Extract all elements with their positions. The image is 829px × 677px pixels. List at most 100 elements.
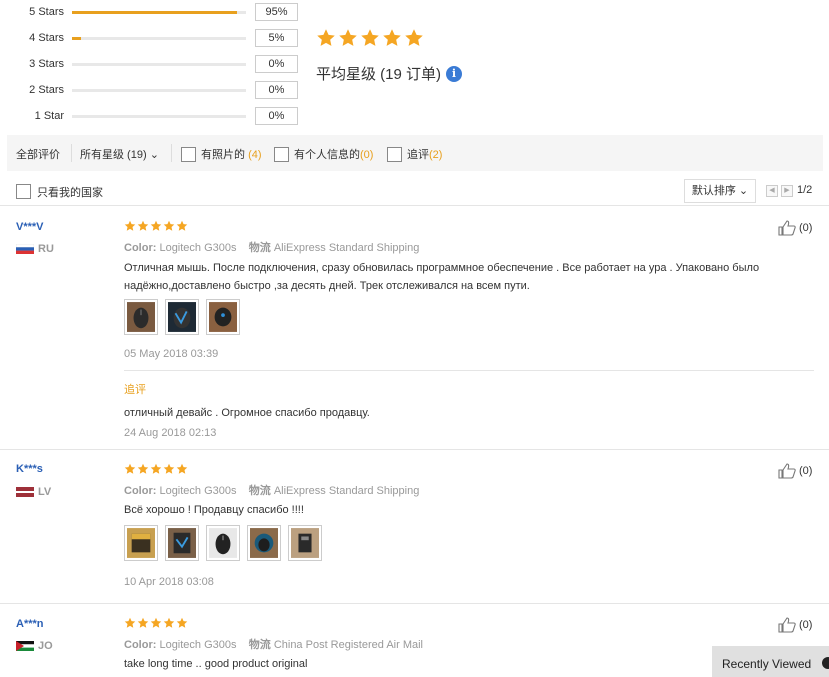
star-icon: [150, 617, 162, 628]
review-photo[interactable]: [124, 299, 158, 335]
review-date: 10 Apr 2018 03:08: [124, 576, 214, 588]
followup-label: 追评: [124, 384, 146, 396]
thumbs-up-icon: [778, 463, 796, 479]
helpful-button[interactable]: (0): [778, 617, 812, 633]
info-icon[interactable]: i: [446, 65, 463, 82]
my-country-checkbox[interactable]: [16, 184, 31, 199]
star-icon: [124, 463, 136, 474]
filter-followup-label: 追评: [407, 149, 429, 161]
review-item: V***V RU Color: Logitech G300s 物流 AliExp…: [0, 207, 829, 450]
filter-all-stars-label: 所有星级 (19): [80, 149, 147, 161]
filter-personal-label: 有个人信息的: [294, 149, 360, 161]
next-page-icon[interactable]: ▶: [781, 185, 793, 197]
star-icon: [361, 29, 379, 46]
review-photo[interactable]: [165, 525, 199, 561]
country-code: JO: [38, 640, 53, 652]
star-icon: [137, 617, 149, 628]
review-photo[interactable]: [288, 525, 322, 561]
mouse-photo-icon: [250, 528, 278, 558]
expand-icon[interactable]: [822, 657, 829, 669]
histogram-row-1[interactable]: 1 Star 0%: [0, 106, 310, 126]
filter-photos-count: (4): [248, 149, 262, 161]
helpful-button[interactable]: (0): [778, 220, 812, 236]
histogram-label: 1 Star: [34, 110, 64, 122]
helpful-count: (0): [799, 465, 813, 477]
reviewer-name[interactable]: V***V: [16, 221, 44, 233]
personal-info-checkbox[interactable]: [274, 147, 289, 162]
my-country-label[interactable]: 只看我的国家: [37, 184, 103, 200]
star-icon: [150, 463, 162, 474]
histogram-row-3[interactable]: 3 Stars 0%: [0, 54, 310, 74]
color-label: Color:: [124, 639, 157, 651]
latvia-flag-icon: [16, 487, 34, 497]
photos-checkbox[interactable]: [181, 147, 196, 162]
histogram-percent: 0%: [255, 107, 298, 125]
reviewer-name[interactable]: K***s: [16, 463, 43, 475]
divider: [124, 370, 814, 371]
russia-flag-icon: [16, 244, 34, 254]
star-icon: [137, 220, 149, 231]
country-code: RU: [38, 243, 54, 255]
filter-all-stars-dropdown[interactable]: 所有星级 (19) ⌄: [80, 146, 159, 162]
chevron-down-icon: ⌄: [738, 185, 749, 197]
color-label: Color:: [124, 242, 157, 254]
divider: [71, 144, 72, 162]
reviewer-name[interactable]: A***n: [16, 618, 44, 630]
logistics-label: 物流: [248, 639, 271, 651]
divider: [171, 144, 172, 162]
review-meta: Color: Logitech G300s 物流 China Post Regi…: [124, 636, 423, 652]
country-code: LV: [38, 486, 52, 498]
histogram-row-5[interactable]: 5 Stars 95%: [0, 2, 310, 22]
color-label: Color:: [124, 485, 157, 497]
average-rating-stars: [316, 28, 424, 48]
mouse-photo-icon: [168, 302, 196, 332]
review-photo[interactable]: [124, 525, 158, 561]
review-photo[interactable]: [247, 525, 281, 561]
histogram-fill: [72, 37, 81, 40]
star-icon: [405, 29, 423, 46]
color-value: Logitech G300s: [159, 242, 237, 254]
filter-followup-count: (2): [429, 149, 443, 161]
logistics-value: AliExpress Standard Shipping: [273, 485, 420, 497]
helpful-count: (0): [799, 619, 813, 631]
reviewer-country: LV: [16, 486, 51, 498]
sort-label: 默认排序: [691, 185, 736, 197]
sort-dropdown[interactable]: 默认排序 ⌄: [684, 179, 756, 203]
filter-followup[interactable]: 追评(2): [407, 146, 442, 162]
review-photo[interactable]: [206, 299, 240, 335]
histogram-row-2[interactable]: 2 Stars 0%: [0, 80, 310, 100]
star-icon: [163, 617, 175, 628]
star-icon: [150, 220, 162, 231]
review-photo[interactable]: [165, 299, 199, 335]
average-rating-label: 平均星级 (19 订单): [316, 66, 442, 83]
review-stars: [124, 463, 188, 475]
box-photo-icon: [127, 528, 155, 558]
page-indicator: 1/2: [797, 184, 813, 196]
histogram-fill: [72, 11, 238, 14]
star-icon: [124, 617, 136, 628]
prev-page-icon[interactable]: ◀: [766, 185, 778, 197]
mouse-photo-icon: [291, 528, 319, 558]
review-photo[interactable]: [206, 525, 240, 561]
chevron-down-icon: ⌄: [149, 149, 159, 161]
histogram-label: 5 Stars: [29, 6, 64, 18]
recently-viewed-label: Recently Viewed: [722, 657, 812, 671]
star-icon: [163, 220, 175, 231]
star-icon: [317, 29, 335, 46]
helpful-button[interactable]: (0): [778, 463, 812, 479]
filter-personal-info[interactable]: 有个人信息的(0): [294, 146, 373, 162]
histogram-label: 4 Stars: [29, 32, 64, 44]
followup-date: 24 Aug 2018 02:13: [124, 427, 217, 439]
review-stars: [124, 617, 188, 629]
filter-personal-count: (0): [360, 149, 374, 161]
histogram-row-4[interactable]: 4 Stars 5%: [0, 28, 310, 48]
review-photos: [124, 299, 240, 335]
thumbs-up-icon: [778, 617, 796, 633]
followup-checkbox[interactable]: [387, 147, 402, 162]
color-value: Logitech G300s: [159, 485, 237, 497]
review-photos: [124, 525, 322, 561]
filter-all-reviews[interactable]: 全部评价: [16, 146, 60, 162]
filter-with-photos[interactable]: 有照片的 (4): [201, 146, 262, 162]
recently-viewed-button[interactable]: Recently Viewed: [712, 646, 829, 677]
star-icon: [176, 617, 188, 628]
